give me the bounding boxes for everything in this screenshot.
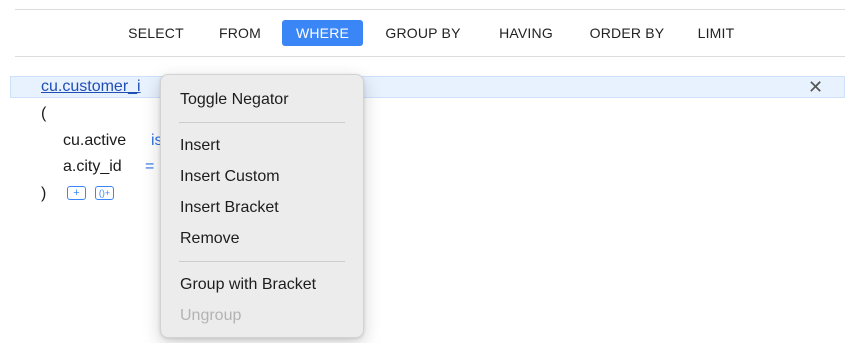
menu-item-insert-custom[interactable]: Insert Custom xyxy=(180,167,280,187)
condition-field-active[interactable]: cu.active xyxy=(63,132,126,150)
menu-item-insert-bracket[interactable]: Insert Bracket xyxy=(180,198,279,218)
query-builder: SELECT FROM WHERE GROUP BY HAVING ORDER … xyxy=(0,0,845,343)
menu-separator xyxy=(179,122,345,123)
tab-having[interactable]: HAVING xyxy=(488,20,564,46)
clause-tab-bar: SELECT FROM WHERE GROUP BY HAVING ORDER … xyxy=(15,9,845,57)
open-bracket: ( xyxy=(41,105,47,122)
condition-field-link[interactable]: cu.customer_i xyxy=(41,78,159,96)
add-condition-icon[interactable]: + xyxy=(67,186,86,200)
context-menu: Toggle Negator Insert Insert Custom Inse… xyxy=(160,74,364,338)
tab-select[interactable]: SELECT xyxy=(120,20,192,46)
menu-item-toggle-negator[interactable]: Toggle Negator xyxy=(180,90,289,110)
tab-group-by[interactable]: GROUP BY xyxy=(377,20,469,46)
menu-item-remove[interactable]: Remove xyxy=(180,229,240,249)
tab-limit[interactable]: LIMIT xyxy=(690,20,742,46)
condition-operator-equals[interactable]: = xyxy=(145,158,154,176)
menu-separator xyxy=(179,261,345,262)
menu-item-group-with-bracket[interactable]: Group with Bracket xyxy=(180,275,316,295)
menu-item-ungroup: Ungroup xyxy=(180,307,242,324)
close-bracket: ) xyxy=(41,185,47,202)
tab-order-by[interactable]: ORDER BY xyxy=(583,20,671,46)
tab-from[interactable]: FROM xyxy=(211,20,269,46)
remove-condition-icon[interactable]: ✕ xyxy=(808,77,823,97)
tab-where[interactable]: WHERE xyxy=(282,20,363,46)
condition-field-city-id[interactable]: a.city_id xyxy=(63,158,122,176)
add-group-icon[interactable]: ()+ xyxy=(95,186,114,200)
menu-item-insert[interactable]: Insert xyxy=(180,136,220,156)
